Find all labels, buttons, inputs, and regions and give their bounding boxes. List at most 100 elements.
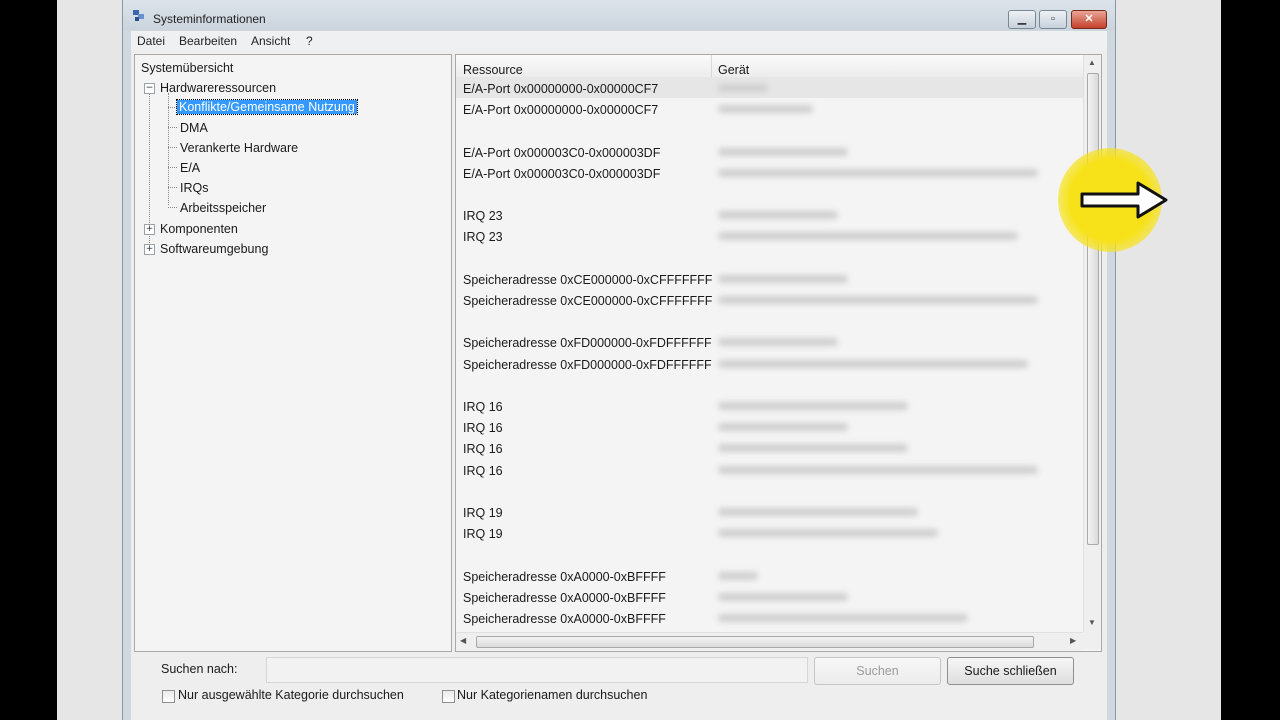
tree-item-ea[interactable]: E/A bbox=[180, 161, 200, 175]
tree-connector bbox=[168, 147, 177, 148]
table-row[interactable]: Speicheradresse 0xCE000000-0xCFFFFFFF bbox=[456, 268, 1083, 289]
table-row[interactable]: IRQ 16 bbox=[456, 437, 1083, 458]
column-ressource[interactable]: Ressource bbox=[463, 63, 523, 77]
close-window-button[interactable]: ✕ bbox=[1071, 10, 1107, 29]
device-cell-blurred bbox=[718, 147, 848, 156]
table-row[interactable]: Speicheradresse 0xFD000000-0xFDFFFFFF bbox=[456, 353, 1083, 374]
table-row[interactable]: Speicheradresse 0xCE000000-0xCFFFFFFF bbox=[456, 289, 1083, 310]
menu-datei[interactable]: Datei bbox=[137, 34, 165, 48]
tree-connector bbox=[168, 167, 177, 168]
device-cell-blurred bbox=[718, 423, 848, 432]
device-cell-blurred bbox=[718, 529, 938, 538]
window-title: Systeminformationen bbox=[153, 12, 266, 26]
resource-cell: IRQ 16 bbox=[463, 442, 503, 457]
resource-cell: Speicheradresse 0xA0000-0xBFFFF bbox=[463, 612, 666, 626]
device-cell-blurred bbox=[718, 359, 1028, 368]
minimize-button[interactable]: ▁ bbox=[1008, 10, 1036, 29]
tree-connector bbox=[168, 93, 169, 205]
expand-komponenten-icon[interactable]: + bbox=[144, 224, 155, 235]
maximize-button[interactable]: ▫ bbox=[1039, 10, 1067, 29]
resource-cell: Speicheradresse 0xFD000000-0xFDFFFFFF bbox=[463, 336, 712, 351]
resource-cell: E/A-Port 0x000003C0-0x000003DF bbox=[463, 145, 661, 160]
resource-cell: IRQ 19 bbox=[463, 506, 503, 520]
tree-item-dma[interactable]: DMA bbox=[180, 121, 208, 135]
tree-item-irqs[interactable]: IRQs bbox=[180, 181, 208, 195]
table-row[interactable]: Speicheradresse 0xA0000-0xBFFFF bbox=[456, 607, 1083, 628]
vertical-scrollbar[interactable]: ▲ ▼ bbox=[1083, 55, 1101, 632]
resource-list: Ressource Gerät E/A-Port 0x00000000-0x00… bbox=[455, 54, 1102, 652]
scroll-left-icon[interactable]: ◀ bbox=[460, 636, 466, 645]
table-row[interactable]: E/A-Port 0x000003C0-0x000003DF bbox=[456, 162, 1083, 183]
resource-cell: Speicheradresse 0xCE000000-0xCFFFFFFF bbox=[463, 272, 713, 287]
resource-cell: IRQ 16 bbox=[463, 421, 503, 436]
device-cell-blurred bbox=[718, 232, 1018, 241]
title-bar[interactable]: Systeminformationen ▁ ▫ ✕ bbox=[123, 0, 1115, 30]
tree-item-systemuebersicht[interactable]: Systemübersicht bbox=[141, 61, 233, 75]
resource-cell: IRQ 16 bbox=[463, 400, 503, 414]
search-button[interactable]: Suchen bbox=[814, 657, 941, 685]
device-cell-blurred bbox=[718, 444, 908, 453]
checkbox-selected-category[interactable] bbox=[162, 690, 175, 703]
device-cell-blurred bbox=[718, 338, 838, 347]
resource-cell: E/A-Port 0x00000000-0x00000CF7 bbox=[463, 82, 659, 96]
horizontal-scroll-thumb[interactable] bbox=[476, 636, 1034, 648]
tree-item-hardwareressourcen[interactable]: Hardwareressourcen bbox=[160, 81, 276, 95]
table-row[interactable]: IRQ 23 bbox=[456, 225, 1083, 246]
device-cell-blurred bbox=[718, 274, 848, 283]
tree-connector bbox=[168, 187, 177, 188]
device-cell-blurred bbox=[718, 105, 813, 114]
resource-cell: IRQ 19 bbox=[463, 527, 503, 542]
scroll-up-icon[interactable]: ▲ bbox=[1088, 58, 1096, 67]
table-row[interactable]: IRQ 16 bbox=[456, 459, 1083, 480]
checkbox-category-names[interactable] bbox=[442, 690, 455, 703]
pointer-arrow-icon bbox=[1080, 181, 1168, 219]
table-row-spacer bbox=[456, 374, 1083, 395]
tree-item-konflikte[interactable]: Konflikte/Gemeinsame Nutzung bbox=[176, 99, 358, 115]
resource-cell: Speicheradresse 0xA0000-0xBFFFF bbox=[463, 590, 666, 605]
scroll-right-icon[interactable]: ▶ bbox=[1070, 636, 1076, 645]
table-row-spacer bbox=[456, 310, 1083, 331]
vertical-scroll-thumb[interactable] bbox=[1087, 73, 1099, 545]
table-row[interactable]: IRQ 19 bbox=[456, 501, 1083, 522]
table-row[interactable]: Speicheradresse 0xA0000-0xBFFFF bbox=[456, 565, 1083, 586]
resource-cell: IRQ 23 bbox=[463, 230, 503, 245]
table-row[interactable]: E/A-Port 0x00000000-0x00000CF7 bbox=[456, 98, 1083, 119]
table-row[interactable]: Speicheradresse 0xFD000000-0xFDFFFFFF bbox=[456, 331, 1083, 352]
tree-connector bbox=[168, 207, 177, 208]
menu-help[interactable]: ? bbox=[306, 34, 313, 48]
scroll-corner bbox=[1083, 632, 1100, 649]
device-cell-blurred bbox=[718, 211, 838, 220]
table-row[interactable]: E/A-Port 0x00000000-0x00000CF7 bbox=[456, 77, 1083, 98]
table-row[interactable]: E/A-Port 0x000003C0-0x000003DF bbox=[456, 141, 1083, 162]
column-geraet[interactable]: Gerät bbox=[718, 63, 749, 77]
column-separator[interactable] bbox=[711, 55, 712, 77]
scroll-down-icon[interactable]: ▼ bbox=[1088, 618, 1096, 627]
close-search-button[interactable]: Suche schließen bbox=[947, 657, 1074, 685]
device-cell-blurred bbox=[718, 592, 848, 601]
tree-item-verankerte-hardware[interactable]: Verankerte Hardware bbox=[180, 141, 298, 155]
checkbox-selected-category-label[interactable]: Nur ausgewählte Kategorie durchsuchen bbox=[178, 688, 404, 702]
tree-item-arbeitsspeicher[interactable]: Arbeitsspeicher bbox=[180, 201, 266, 215]
table-row[interactable]: IRQ 19 bbox=[456, 522, 1083, 543]
tree-connector bbox=[168, 127, 177, 128]
resource-cell: E/A-Port 0x000003C0-0x000003DF bbox=[463, 166, 661, 181]
collapse-hardware-icon[interactable]: − bbox=[144, 83, 155, 94]
system-info-window: Systeminformationen ▁ ▫ ✕ Datei Bearbeit… bbox=[122, 0, 1116, 720]
horizontal-scrollbar[interactable]: ◀ ▶ bbox=[456, 632, 1083, 650]
menu-bearbeiten[interactable]: Bearbeiten bbox=[179, 34, 237, 48]
menu-ansicht[interactable]: Ansicht bbox=[251, 34, 290, 48]
search-input[interactable] bbox=[266, 657, 808, 683]
table-row-spacer bbox=[456, 183, 1083, 204]
expand-software-icon[interactable]: + bbox=[144, 244, 155, 255]
table-row[interactable]: IRQ 16 bbox=[456, 395, 1083, 416]
resource-cell: Speicheradresse 0xFD000000-0xFDFFFFFF bbox=[463, 357, 712, 372]
tree-item-komponenten[interactable]: Komponenten bbox=[160, 222, 238, 236]
device-cell-blurred bbox=[718, 571, 758, 580]
resource-cell: Speicheradresse 0xCE000000-0xCFFFFFFF bbox=[463, 294, 713, 308]
tree-item-softwareumgebung[interactable]: Softwareumgebung bbox=[160, 242, 268, 256]
table-row[interactable]: IRQ 16 bbox=[456, 416, 1083, 437]
tree-connector bbox=[168, 107, 177, 108]
table-row[interactable]: IRQ 23 bbox=[456, 204, 1083, 225]
checkbox-category-names-label[interactable]: Nur Kategorienamen durchsuchen bbox=[457, 688, 647, 702]
table-row[interactable]: Speicheradresse 0xA0000-0xBFFFF bbox=[456, 586, 1083, 607]
